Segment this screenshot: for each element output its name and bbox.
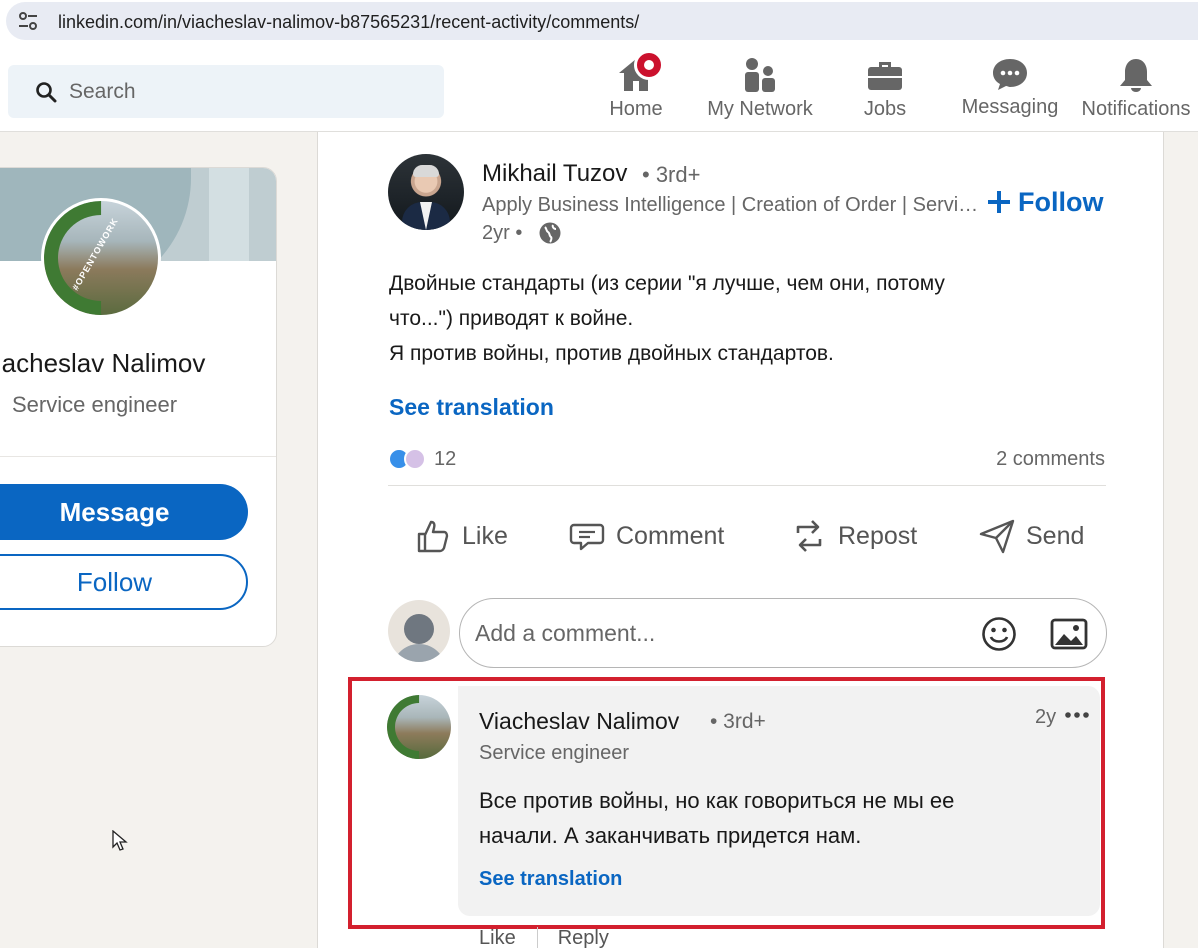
like-button[interactable]: Like: [414, 510, 508, 562]
browser-address-bar: linkedin.com/in/viacheslav-nalimov-b8756…: [0, 0, 1198, 46]
comment-input[interactable]: Add a comment...: [459, 598, 1107, 668]
nav-notifications[interactable]: Notifications: [1074, 56, 1198, 128]
nav-home-label: Home: [609, 98, 663, 120]
profile-name[interactable]: Viacheslav Nalimov: [0, 348, 241, 379]
tune-icon[interactable]: [18, 12, 38, 30]
follow-button[interactable]: Follow: [988, 184, 1103, 220]
repost-icon: [796, 520, 822, 552]
comments-count-link[interactable]: 2 comments: [996, 448, 1105, 471]
repost-button[interactable]: Repost: [790, 510, 917, 562]
post-author-name[interactable]: Mikhail Tuzov: [482, 160, 627, 188]
comment-button[interactable]: Comment: [568, 510, 724, 562]
search-placeholder: Search: [69, 80, 136, 103]
comment-icon: [569, 523, 605, 551]
plus-icon: [988, 191, 1010, 213]
highlight-box: [348, 677, 1105, 929]
profile-avatar[interactable]: #OPENTOWORK: [41, 198, 161, 318]
divider: [388, 485, 1106, 486]
see-translation-link[interactable]: See translation: [389, 394, 554, 421]
post-author-degree: • 3rd+: [642, 162, 701, 187]
search-input[interactable]: Search: [8, 65, 444, 118]
open-to-work-ring: [44, 201, 158, 315]
support-reaction-icon: [404, 448, 426, 470]
notification-badge: [634, 50, 664, 80]
briefcase-icon: [868, 62, 902, 90]
reactions-summary[interactable]: 12: [388, 446, 456, 472]
nav-messaging[interactable]: Messaging: [958, 56, 1062, 128]
url-text: linkedin.com/in/viacheslav-nalimov-b8756…: [58, 12, 640, 32]
mouse-cursor-icon: [112, 830, 128, 851]
nav-my-network-label: My Network: [707, 98, 813, 120]
nav-notifications-label: Notifications: [1081, 98, 1191, 120]
post-text-line: Двойные стандарты (из серии "я лучше, че…: [389, 272, 945, 295]
messaging-icon: [993, 59, 1027, 90]
emoji-icon[interactable]: [980, 615, 1018, 653]
post-timestamp: 2yr •: [482, 222, 523, 244]
bell-icon: [1120, 59, 1152, 92]
comment-button-label: Comment: [616, 521, 725, 550]
post-author-avatar[interactable]: [388, 154, 464, 230]
post-text-line: Я против войны, против двойных стандарто…: [389, 342, 834, 365]
current-user-avatar: [388, 600, 450, 662]
follow-button-label: Follow: [1018, 186, 1104, 217]
profile-card: #OPENTOWORK Viacheslav Nalimov Service e…: [0, 167, 277, 647]
profile-title: Service engineer: [12, 392, 178, 417]
message-button[interactable]: Message: [0, 484, 248, 540]
image-icon[interactable]: [1050, 617, 1088, 651]
post-text-line: что...") приводят к войне.: [389, 307, 634, 330]
profile-follow-button[interactable]: Follow: [0, 554, 248, 610]
divider: [0, 456, 276, 457]
divider: [536, 927, 538, 948]
nav-home[interactable]: Home: [598, 50, 674, 128]
comment-placeholder: Add a comment...: [475, 620, 656, 646]
post-body: Двойные стандарты (из серии "я лучше, че…: [389, 266, 1089, 371]
send-icon: [979, 519, 1015, 554]
top-navigation: Search Home My Network Jobs Messaging No…: [0, 46, 1198, 132]
comment-actions: Like Reply: [479, 927, 609, 948]
network-icon: [745, 58, 775, 92]
send-button-label: Send: [1026, 521, 1085, 550]
nav-jobs-label: Jobs: [863, 98, 907, 120]
like-button-label: Like: [462, 521, 508, 550]
thumbs-up-icon: [417, 520, 449, 553]
globe-icon: [539, 222, 561, 244]
comment-like-button[interactable]: Like: [479, 927, 516, 948]
send-button[interactable]: Send: [978, 510, 1084, 562]
comment-reply-button[interactable]: Reply: [558, 927, 609, 948]
nav-jobs[interactable]: Jobs: [855, 56, 915, 128]
nav-messaging-label: Messaging: [961, 96, 1059, 118]
repost-button-label: Repost: [838, 521, 918, 550]
nav-my-network[interactable]: My Network: [700, 56, 820, 128]
search-icon: [36, 82, 57, 103]
reactions-count: 12: [434, 447, 457, 470]
post-author-headline: Apply Business Intelligence | Creation o…: [482, 194, 982, 216]
url-field[interactable]: linkedin.com/in/viacheslav-nalimov-b8756…: [6, 2, 1198, 40]
